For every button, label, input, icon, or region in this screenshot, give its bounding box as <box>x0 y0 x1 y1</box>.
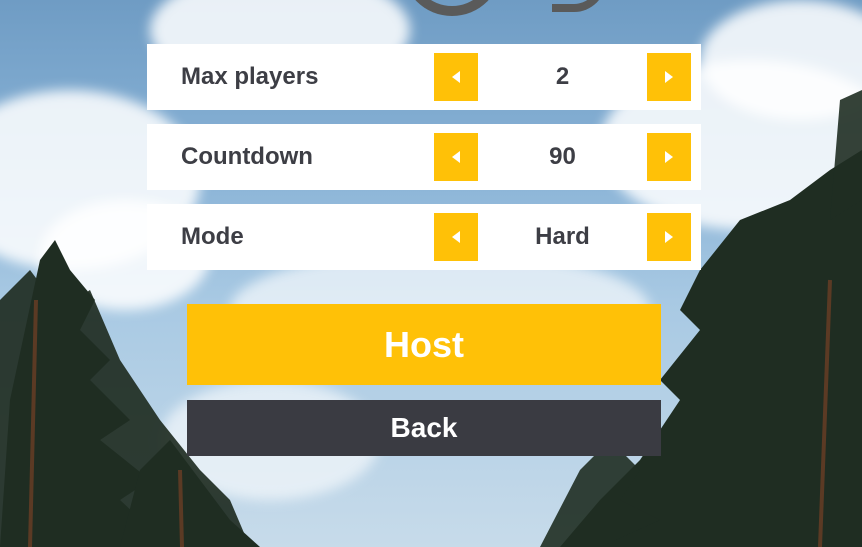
decrease-mode-button[interactable] <box>434 213 478 261</box>
chevron-left-icon <box>452 231 460 243</box>
setting-value: 90 <box>549 143 576 170</box>
setting-value: Hard <box>535 223 590 250</box>
setting-label: Countdown <box>181 143 313 170</box>
chevron-left-icon <box>452 151 460 163</box>
decrease-countdown-button[interactable] <box>434 133 478 181</box>
setting-label: Mode <box>181 223 244 250</box>
setting-row-mode: Mode Hard <box>147 204 701 270</box>
setting-label: Max players <box>181 63 319 90</box>
setting-row-countdown: Countdown 90 <box>147 124 701 190</box>
chevron-right-icon <box>665 151 673 163</box>
chevron-right-icon <box>665 231 673 243</box>
chevron-left-icon <box>452 71 460 83</box>
decrease-max-players-button[interactable] <box>434 53 478 101</box>
increase-mode-button[interactable] <box>647 213 691 261</box>
host-button[interactable]: Host <box>187 304 661 385</box>
setting-value: 2 <box>555 63 570 90</box>
chevron-right-icon <box>665 71 673 83</box>
setting-row-max-players: Max players 2 <box>147 44 701 110</box>
increase-countdown-button[interactable] <box>647 133 691 181</box>
increase-max-players-button[interactable] <box>647 53 691 101</box>
back-button[interactable]: Back <box>187 400 661 456</box>
